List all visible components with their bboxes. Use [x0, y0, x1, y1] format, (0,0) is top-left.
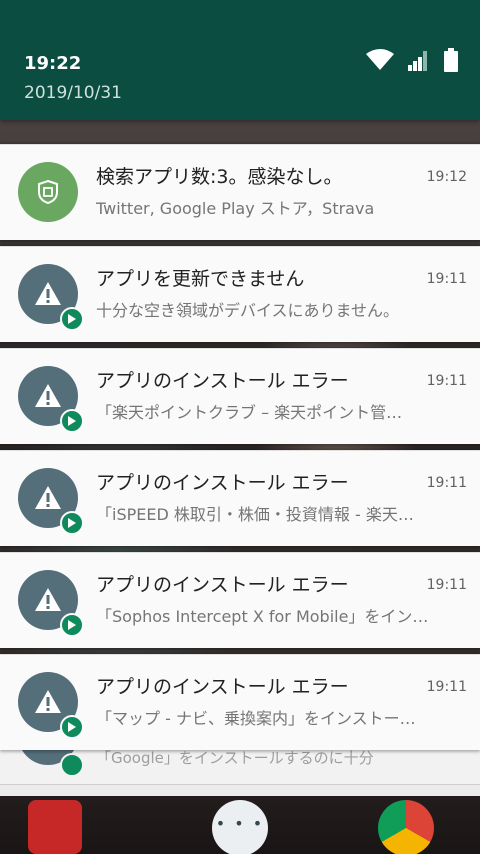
play-store-icon	[60, 511, 84, 535]
notification-title: 検索アプリ数:3。感染なし。	[96, 166, 343, 188]
status-clock: 19:22	[24, 53, 82, 74]
notification-time: 19:11	[426, 373, 467, 389]
play-store-icon	[60, 307, 84, 331]
notification-card-install-error[interactable]: アプリのインストール エラー 19:11 「マップ - ナビ、乗換案内」をインス…	[0, 654, 480, 750]
notification-card-update-error[interactable]: アプリを更新できません 19:11 十分な空き領域がデバイスにありません。	[0, 246, 480, 342]
notification-time: 19:11	[426, 577, 467, 593]
notification-card-install-error[interactable]: アプリのインストール エラー 19:11 「iSPEED 株取引・株価・投資情報…	[0, 450, 480, 546]
notification-card-install-error[interactable]: アプリのインストール エラー 19:11 「楽天ポイントクラブ – 楽天ポイント…	[0, 348, 480, 444]
notification-body: 「Sophos Intercept X for Mobile」をイン…	[96, 607, 429, 626]
notification-title: アプリのインストール エラー	[96, 676, 349, 698]
notification-title: アプリのインストール エラー	[96, 370, 349, 392]
status-date[interactable]: 2019/10/31	[24, 83, 122, 103]
notification-body: 「マップ - ナビ、乗換案内」をインストー…	[96, 709, 416, 728]
phone-app-icon[interactable]	[28, 800, 82, 854]
notification-card-scan[interactable]: 検索アプリ数:3。感染なし。 19:12 Twitter, Google Pla…	[0, 144, 480, 240]
notification-title: アプリのインストール エラー	[96, 574, 349, 596]
play-store-icon	[60, 613, 84, 637]
play-store-icon	[60, 715, 84, 739]
notification-shade-header: 19:22 2019/10/31	[0, 0, 480, 120]
notification-time: 19:12	[426, 169, 467, 185]
notification-body: 「iSPEED 株取引・株価・投資情報 - 楽天…	[96, 505, 414, 524]
play-store-icon	[60, 409, 84, 433]
battery-icon	[444, 48, 458, 72]
cell-signal-icon	[408, 49, 430, 71]
notification-body: 「楽天ポイントクラブ – 楽天ポイント管…	[96, 403, 403, 422]
notification-time: 19:11	[426, 475, 467, 491]
shield-icon	[18, 162, 78, 222]
notification-card-install-error[interactable]: アプリのインストール エラー 19:11 「Sophos Intercept X…	[0, 552, 480, 648]
stacked-notification-text: 「Google」をインストールするのに十分	[96, 749, 374, 767]
notification-time: 19:11	[426, 271, 467, 287]
notification-body: Twitter, Google Play ストア，Strava	[96, 199, 375, 218]
play-store-icon	[60, 753, 84, 777]
notification-title: アプリのインストール エラー	[96, 472, 349, 494]
notification-body: 十分な空き領域がデバイスにありません。	[96, 301, 400, 320]
stacked-notification-peek[interactable]: 「Google」をインストールするのに十分	[0, 735, 480, 784]
chrome-app-icon[interactable]	[378, 800, 434, 854]
stacked-notification-edge	[0, 784, 480, 796]
notification-time: 19:11	[426, 679, 467, 695]
status-icons	[366, 46, 458, 74]
wifi-icon	[366, 49, 394, 71]
app-drawer-icon[interactable]	[212, 800, 268, 854]
home-dock	[0, 790, 480, 854]
notification-title: アプリを更新できません	[96, 268, 305, 290]
